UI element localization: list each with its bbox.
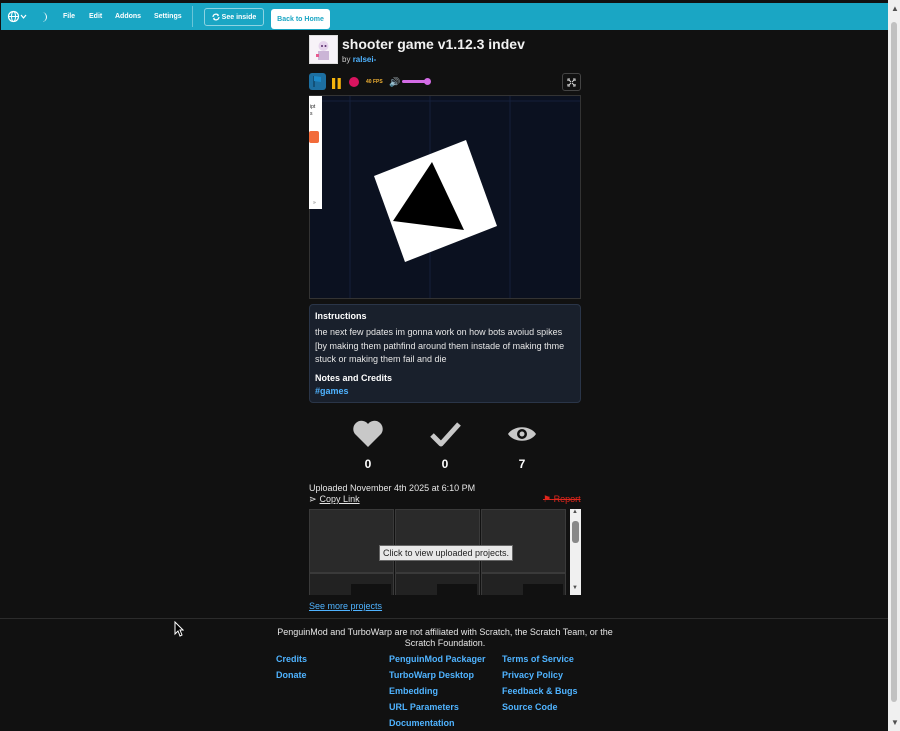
scroll-down-arrow-icon[interactable]: ▼ (891, 718, 899, 727)
card-thumb-placeholder (523, 584, 563, 595)
language-menu[interactable] (7, 10, 27, 23)
fps-counter: 40 FPS (366, 79, 383, 85)
stop-button[interactable] (349, 77, 359, 87)
back-to-home-button[interactable]: Back to Home (271, 9, 330, 29)
footer-disclaimer: PenguinMod and TurboWarp are not affilia… (277, 627, 613, 648)
see-inside-button[interactable]: See inside (204, 8, 264, 26)
footer-link-embedding[interactable]: Embedding (389, 686, 486, 702)
projects-scrollbar[interactable]: ▲ ▼ (570, 509, 581, 595)
project-card[interactable] (309, 509, 394, 573)
footer-link-donate[interactable]: Donate (276, 670, 307, 686)
side-panel-widget[interactable]: ipt s » (309, 96, 322, 209)
menu-divider (192, 6, 193, 27)
copy-link[interactable]: ⋗ Copy Link (309, 494, 360, 505)
love-count: 0 (364, 457, 372, 471)
scroll-down-arrow-icon[interactable]: ▼ (572, 585, 578, 591)
pause-icon (332, 78, 341, 89)
report-flag-icon: ⚑ (543, 494, 552, 504)
eye-icon (508, 427, 536, 441)
instructions-heading: Instructions (315, 311, 367, 321)
projects-scrollbar-thumb[interactable] (572, 521, 579, 543)
side-panel-collapse-icon[interactable]: » (313, 200, 316, 206)
see-inside-icon (212, 13, 220, 21)
footer-divider (0, 618, 888, 619)
footer-column-3: Terms of Service Privacy Policy Feedback… (502, 654, 578, 718)
side-panel-text-1: ipt (310, 104, 316, 110)
fullscreen-icon (567, 77, 576, 87)
card-thumb-placeholder (437, 584, 477, 595)
page-scrollbar[interactable]: ▲ ▼ (888, 0, 900, 731)
upload-date: Uploaded November 4th 2025 at 6:10 PM (309, 483, 476, 493)
scrollbar-thumb[interactable] (891, 22, 897, 702)
copy-link-label: Copy Link (319, 494, 360, 504)
card-thumb-placeholder (351, 584, 391, 595)
favorite-stat[interactable]: 0 (425, 420, 465, 471)
volume-slider-handle[interactable] (424, 78, 431, 85)
footer-link-credits[interactable]: Credits (276, 654, 307, 670)
volume-icon[interactable]: 🔊 (389, 77, 400, 88)
footer-link-source-code[interactable]: Source Code (502, 702, 578, 718)
tag-link[interactable]: #games (315, 386, 575, 396)
footer-link-turbowarp-desktop[interactable]: TurboWarp Desktop (389, 670, 486, 686)
moon-icon (42, 12, 47, 22)
footer-link-documentation[interactable]: Documentation (389, 718, 486, 731)
author-link[interactable]: ralsei- (353, 55, 377, 64)
side-panel-text-2: s (310, 111, 313, 117)
scroll-up-arrow-icon[interactable]: ▲ (891, 4, 899, 13)
footer-link-feedback[interactable]: Feedback & Bugs (502, 686, 578, 702)
checkmark-icon (430, 422, 461, 447)
author-avatar[interactable] (309, 35, 338, 64)
flag-icon (313, 76, 321, 87)
notes-credits-heading: Notes and Credits (315, 372, 393, 383)
see-more-projects-link[interactable]: See more projects (309, 601, 382, 611)
view-projects-tooltip: Click to view uploaded projects. (379, 545, 514, 561)
menu-settings[interactable]: Settings (154, 13, 182, 20)
project-card[interactable] (481, 509, 566, 573)
green-flag-button[interactable] (309, 73, 326, 90)
views-stat: 7 (502, 420, 542, 471)
favorite-count: 0 (441, 457, 449, 471)
report-link[interactable]: ⚑ Report (543, 494, 581, 505)
fullscreen-button[interactable] (562, 73, 581, 91)
report-label: Report (553, 494, 581, 504)
byline-prefix: by (342, 55, 351, 64)
project-byline: by ralsei- (342, 55, 376, 64)
see-inside-label: See inside (221, 13, 257, 21)
top-menu-bar: File Edit Addons Settings See inside Bac… (1, 3, 888, 30)
project-card[interactable] (395, 509, 480, 573)
views-count: 7 (518, 457, 526, 471)
mouse-cursor-icon (174, 620, 185, 642)
footer-column-2: PenguinMod Packager TurboWarp Desktop Em… (389, 654, 486, 731)
menu-edit[interactable]: Edit (89, 13, 102, 20)
footer-link-packager[interactable]: PenguinMod Packager (389, 654, 486, 670)
share-icon: ⋗ (309, 494, 317, 504)
footer-link-terms[interactable]: Terms of Service (502, 654, 578, 670)
globe-icon (7, 10, 27, 23)
project-stage[interactable] (309, 95, 581, 299)
scroll-up-arrow-icon[interactable]: ▲ (572, 509, 578, 515)
theme-toggle[interactable] (39, 10, 49, 28)
side-panel-orange-button[interactable] (309, 131, 319, 143)
footer-link-url-parameters[interactable]: URL Parameters (389, 702, 486, 718)
footer-column-1: Credits Donate (276, 654, 307, 686)
menu-addons[interactable]: Addons (115, 13, 141, 20)
heart-icon (353, 420, 383, 447)
instructions-panel: Instructions the next few pdates im gonn… (309, 304, 581, 403)
pause-button[interactable] (331, 76, 342, 89)
footer-link-privacy[interactable]: Privacy Policy (502, 670, 578, 686)
menu-file[interactable]: File (63, 13, 75, 20)
instructions-text: the next few pdates im gonna work on how… (315, 327, 565, 364)
project-title: shooter game v1.12.3 indev (342, 36, 525, 52)
love-stat[interactable]: 0 (348, 420, 388, 471)
